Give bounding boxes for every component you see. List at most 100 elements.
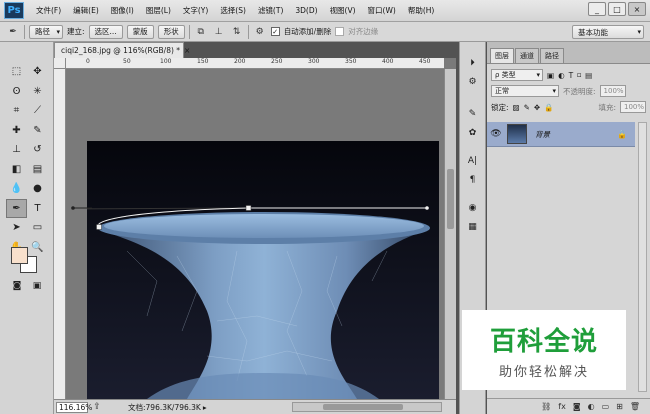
tab-paths[interactable]: 路径 bbox=[540, 48, 564, 63]
lock-pixels-icon[interactable]: ✎ bbox=[524, 103, 530, 112]
image-canvas[interactable] bbox=[87, 141, 439, 399]
zoom-tool-icon[interactable]: 🔍 bbox=[27, 238, 48, 258]
opacity-label: 不透明度: bbox=[563, 86, 596, 96]
menu-window[interactable]: 窗口(W) bbox=[362, 5, 402, 16]
minimize-button[interactable]: _ bbox=[588, 2, 606, 16]
menu-layer[interactable]: 图层(L) bbox=[140, 5, 177, 16]
history-panel-icon[interactable]: ⏵ bbox=[463, 55, 483, 71]
brush-panel-icon[interactable]: ✎ bbox=[463, 106, 483, 122]
document-tab[interactable]: ciqi2_168.jpg @ 116%(RGB/8) * × bbox=[54, 42, 190, 58]
lock-all-icon[interactable]: 🔒 bbox=[544, 103, 553, 112]
add-mask-icon[interactable]: ◙ bbox=[573, 402, 581, 411]
photoshop-window: Ps 文件(F) 编辑(E) 图像(I) 图层(L) 文字(Y) 选择(S) 滤… bbox=[0, 0, 650, 414]
3d-panel-icon[interactable]: ◉ bbox=[463, 200, 483, 216]
move-tool-icon[interactable]: ✥ bbox=[27, 62, 48, 82]
rectangle-tool-icon[interactable]: ▭ bbox=[27, 218, 48, 238]
auto-add-delete-checkbox[interactable]: ✓ bbox=[270, 27, 280, 36]
type-tool-icon[interactable]: T bbox=[27, 199, 48, 219]
foreground-color-swatch[interactable] bbox=[11, 247, 28, 264]
menu-file[interactable]: 文件(F) bbox=[30, 5, 67, 16]
pen-tool-preset-icon[interactable]: ✒ bbox=[6, 25, 20, 39]
lock-transparency-icon[interactable]: ▨ bbox=[513, 103, 520, 112]
screen-mode-icon[interactable]: ▣ bbox=[30, 280, 44, 292]
eyedropper-tool-icon[interactable]: ⟋ bbox=[27, 101, 48, 121]
path-arrangement-icon[interactable]: ⇅ bbox=[230, 25, 244, 39]
zoom-level-field[interactable]: 116.16% bbox=[56, 401, 92, 413]
vertical-scrollbar[interactable] bbox=[444, 69, 456, 399]
eye-icon[interactable]: 👁 bbox=[487, 129, 505, 139]
filter-pixel-icon[interactable]: ▣ bbox=[547, 71, 554, 80]
align-edges-checkbox[interactable] bbox=[335, 27, 345, 36]
layer-kind-filter[interactable]: ρ 类型 bbox=[491, 69, 543, 81]
quick-mask-icon[interactable]: ◙ bbox=[10, 280, 24, 292]
path-selection-tool-icon[interactable]: ➤ bbox=[6, 218, 27, 238]
paragraph-panel-icon[interactable]: ¶ bbox=[463, 172, 483, 188]
menu-3d[interactable]: 3D(D) bbox=[289, 6, 323, 15]
brush-tool-icon[interactable]: ✎ bbox=[27, 121, 48, 141]
healing-brush-tool-icon[interactable]: ✚ bbox=[6, 121, 27, 141]
menu-filter[interactable]: 滤镜(T) bbox=[252, 5, 289, 16]
close-button[interactable]: × bbox=[628, 2, 646, 16]
character-panel-icon[interactable]: A| bbox=[463, 153, 483, 169]
new-layer-icon[interactable]: ⊞ bbox=[616, 402, 623, 411]
make-mask-button[interactable]: 蒙版 bbox=[126, 24, 154, 39]
menu-edit[interactable]: 编辑(E) bbox=[67, 5, 105, 16]
filter-shape-icon[interactable]: ⌑ bbox=[577, 71, 581, 80]
workspace-select[interactable]: 基本功能 bbox=[572, 25, 644, 39]
path-operations-icon[interactable]: ⧉ bbox=[194, 25, 208, 39]
magic-wand-tool-icon[interactable]: ✳ bbox=[27, 82, 48, 102]
properties-panel-icon[interactable]: ⚙ bbox=[463, 74, 483, 90]
vertical-scroll-thumb[interactable] bbox=[447, 169, 454, 229]
link-layers-icon[interactable]: ⛓ bbox=[541, 402, 551, 411]
clone-stamp-tool-icon[interactable]: ⊥ bbox=[6, 140, 27, 160]
menu-type[interactable]: 文字(Y) bbox=[177, 5, 214, 16]
close-tab-icon[interactable]: × bbox=[184, 46, 190, 55]
marquee-tool-icon[interactable]: ⬚ bbox=[6, 62, 27, 82]
make-shape-button[interactable]: 形状 bbox=[157, 24, 185, 39]
new-group-icon[interactable]: ▭ bbox=[602, 402, 610, 411]
watermark: 百科全说 助你轻松解决 bbox=[462, 310, 626, 390]
layer-style-icon[interactable]: fx bbox=[558, 402, 566, 411]
menu-image[interactable]: 图像(I) bbox=[105, 5, 140, 16]
menu-view[interactable]: 视图(V) bbox=[324, 5, 362, 16]
horizontal-scroll-thumb[interactable] bbox=[323, 404, 403, 410]
gradient-tool-icon[interactable]: ▤ bbox=[27, 160, 48, 180]
filter-type-icon[interactable]: T bbox=[569, 71, 574, 80]
vertical-ruler[interactable] bbox=[54, 69, 66, 399]
dodge-tool-icon[interactable]: ● bbox=[27, 179, 48, 199]
tab-layers[interactable]: 图层 bbox=[490, 48, 514, 63]
make-selection-button[interactable]: 选区... bbox=[88, 24, 123, 39]
opacity-input[interactable]: 100% bbox=[599, 85, 626, 97]
path-handle[interactable] bbox=[68, 198, 92, 218]
filter-smart-object-icon[interactable]: ▤ bbox=[585, 71, 592, 80]
ruler-origin[interactable] bbox=[54, 58, 66, 69]
clone-source-panel-icon[interactable]: ✿ bbox=[463, 125, 483, 141]
menu-help[interactable]: 帮助(H) bbox=[402, 5, 441, 16]
document-size-info: 文档:796.3K/796.3K bbox=[128, 402, 201, 412]
grid-panel-icon[interactable]: ▦ bbox=[463, 219, 483, 235]
gear-icon[interactable]: ⚙ bbox=[253, 25, 267, 39]
menu-select[interactable]: 选择(S) bbox=[214, 5, 252, 16]
maximize-button[interactable]: □ bbox=[608, 2, 626, 16]
share-icon[interactable]: ⇪ bbox=[90, 400, 104, 414]
blend-mode-select[interactable]: 正常 bbox=[491, 85, 559, 97]
tab-channels[interactable]: 通道 bbox=[515, 48, 539, 63]
status-menu-arrow-icon[interactable]: ▸ bbox=[203, 403, 207, 412]
horizontal-scrollbar[interactable] bbox=[292, 402, 442, 412]
crop-tool-icon[interactable]: ⌗ bbox=[6, 101, 27, 121]
layers-scrollbar[interactable] bbox=[638, 122, 647, 392]
path-alignment-icon[interactable]: ⊥ bbox=[212, 25, 226, 39]
horizontal-ruler[interactable]: 0 50 100 150 200 250 300 350 400 450 bbox=[66, 58, 444, 69]
layer-row[interactable]: 👁 背景 🔒 bbox=[487, 122, 635, 147]
lock-position-icon[interactable]: ✥ bbox=[534, 103, 540, 112]
eraser-tool-icon[interactable]: ◧ bbox=[6, 160, 27, 180]
fill-input[interactable]: 100% bbox=[620, 101, 646, 113]
history-brush-tool-icon[interactable]: ↺ bbox=[27, 140, 48, 160]
pen-tool-icon[interactable]: ✒ bbox=[6, 198, 27, 218]
pen-mode-select[interactable]: 路径 bbox=[29, 24, 63, 39]
trash-icon[interactable]: 🗑 bbox=[630, 402, 640, 411]
lasso-tool-icon[interactable]: ʘ bbox=[6, 82, 27, 102]
adjustment-layer-icon[interactable]: ◐ bbox=[588, 402, 595, 411]
blur-tool-icon[interactable]: 💧 bbox=[6, 179, 27, 199]
filter-adjustment-icon[interactable]: ◐ bbox=[558, 71, 565, 80]
